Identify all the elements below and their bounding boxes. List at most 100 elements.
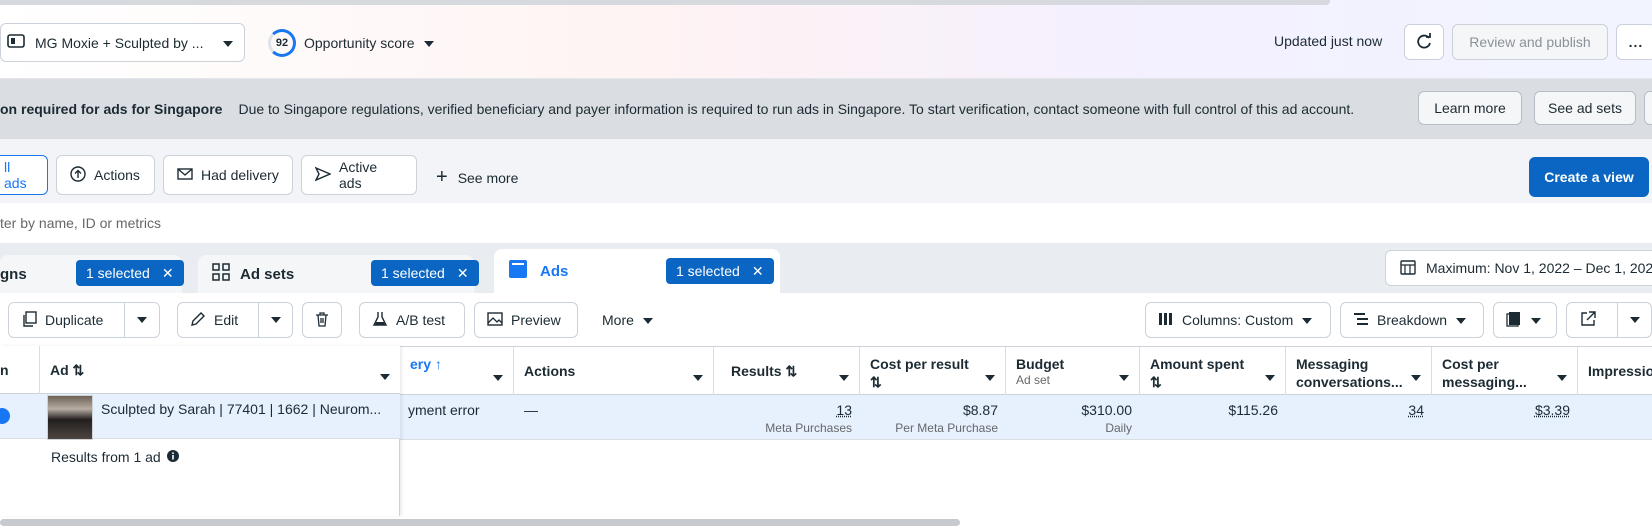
see-more-label: See more [457,169,519,186]
ads-selected-pill[interactable]: 1 selected ✕ [666,258,774,284]
chevron-down-icon [1530,312,1542,328]
chevron-down-icon [1557,367,1567,385]
column-cost-per-result[interactable]: Cost per result ⇅ [860,347,1006,395]
chevron-down-icon [493,367,503,385]
date-range-picker[interactable]: Maximum: Nov 1, 2022 – Dec 1, 2025 [1385,250,1652,286]
view-all-ads-label: ll ads [4,159,27,191]
chevron-down-icon[interactable] [258,303,292,337]
ads-manager-page: MG Moxie + Sculpted by ... 92 Opportunit… [0,0,1652,527]
close-icon[interactable]: ✕ [457,265,469,282]
duplicate-label: Duplicate [45,312,104,328]
ab-test-button[interactable]: A/B test [359,302,465,338]
more-button[interactable]: More [590,302,670,338]
column-impressions[interactable]: Impressio [1578,347,1652,395]
column-budget[interactable]: Budget Ad set [1006,347,1140,395]
cell-amount-spent: $115.26 [1228,402,1278,418]
column-delivery[interactable]: ery ↑ [400,347,514,395]
cell-results-sub: Meta Purchases [765,421,852,435]
cell-messaging: 34 [1286,395,1432,440]
column-on-off[interactable]: n [0,346,40,394]
chevron-down-icon [1301,312,1313,328]
column-cost-per-result-label: Cost per result [870,356,969,372]
preview-label: Preview [511,312,561,328]
horizontal-scrollbar[interactable] [0,519,960,526]
cell-results-value[interactable]: 13 [722,402,852,418]
column-budget-sub: Ad set [1016,373,1051,387]
cell-delivery: yment error [408,402,480,418]
create-view-button[interactable]: Create a view [1529,157,1649,197]
singapore-verification-banner: on required for ads for Singapore Due to… [0,79,1652,139]
cell-cost-messaging: $3.39 [1432,395,1578,440]
cell-budget-sub: Daily [1105,421,1132,435]
see-more-views-button[interactable]: + See more [436,166,518,189]
cell-cost-per-result-sub: Per Meta Purchase [895,421,998,435]
view-had-delivery-label: Had delivery [201,167,279,183]
filter-search-input[interactable]: ter by name, ID or metrics [0,203,1652,243]
column-budget-label: Budget [1016,356,1065,372]
edit-button[interactable]: Edit [177,302,293,338]
opportunity-label: Opportunity score [304,35,415,51]
tab-ad-sets-label: Ad sets [240,265,295,283]
chevron-down-icon[interactable] [123,303,159,337]
updated-status: Updated just now [1274,33,1383,49]
actions-icon [70,165,86,185]
info-icon[interactable] [166,449,179,465]
breakdown-label: Breakdown [1377,312,1448,328]
cell-budget: $310.00 Daily [1006,395,1140,440]
review-publish-button[interactable]: Review and publish [1452,24,1608,60]
breakdown-button[interactable]: Breakdown [1340,302,1484,338]
banner-extra-button[interactable] [1644,91,1652,125]
reports-button[interactable] [1493,302,1557,338]
preview-button[interactable]: Preview [474,302,578,338]
more-menu-button[interactable]: ... [1616,24,1652,60]
close-icon[interactable]: ✕ [162,265,174,282]
results-footer: Results from 1 ad [51,449,179,465]
ads-icon [508,259,528,283]
see-ad-sets-button[interactable]: See ad sets [1534,91,1636,125]
view-active-ads[interactable]: Active ads [301,155,417,195]
envelope-icon [177,167,193,184]
tab-campaigns-label: gns [0,265,27,283]
view-actions[interactable]: Actions [56,155,155,195]
column-results[interactable]: Results ⇅ [714,347,860,395]
column-amount-spent-label: Amount spent [1150,356,1245,372]
close-icon[interactable]: ✕ [752,263,764,280]
ads-selected-label: 1 selected [676,263,740,279]
column-cost-per-messaging[interactable]: Cost per messaging... [1432,347,1578,395]
column-actions[interactable]: Actions [514,347,714,395]
opportunity-score[interactable]: 92 Opportunity score [268,29,435,57]
view-had-delivery[interactable]: Had delivery [163,155,293,195]
learn-more-button[interactable]: Learn more [1418,91,1522,125]
duplicate-button[interactable]: Duplicate [8,302,160,338]
column-amount-spent[interactable]: Amount spent ⇅ [1140,347,1286,395]
chevron-down-icon [693,367,703,385]
campaigns-selected-pill[interactable]: 1 selected ✕ [76,260,184,286]
refresh-icon [1415,32,1433,53]
export-button[interactable] [1566,302,1652,338]
ad-thumbnail [47,395,93,440]
breakdown-icon [1353,312,1369,329]
ad-sets-selected-pill[interactable]: 1 selected ✕ [371,260,479,286]
column-messaging-label-2: conversations... [1296,374,1403,390]
chevron-down-icon [1265,367,1275,385]
ad-sets-selected-label: 1 selected [381,265,445,281]
cell-results: 13 Meta Purchases [714,395,860,440]
send-icon [314,166,332,185]
flask-icon [372,311,388,330]
view-active-ads-label: Active ads [339,159,378,191]
chevron-down-icon [1455,312,1467,328]
delete-button[interactable] [302,302,342,338]
columns-button[interactable]: Columns: Custom [1145,302,1331,338]
trash-icon [314,311,330,330]
account-selector[interactable]: MG Moxie + Sculpted by ... [0,23,245,62]
refresh-button[interactable] [1404,24,1444,60]
column-ad[interactable]: Ad ⇅ [40,346,400,394]
chevron-down-icon[interactable] [1617,303,1651,337]
cell-messaging-value[interactable]: 34 [1408,402,1424,418]
view-all-ads[interactable]: ll ads [0,155,48,195]
cell-cost-messaging-value[interactable]: $3.39 [1535,402,1570,418]
column-results-label: Results ⇅ [731,363,798,379]
date-range-label: Maximum: Nov 1, 2022 – Dec 1, 2025 [1426,260,1652,276]
ad-name[interactable]: Sculpted by Sarah | 77401 | 1662 | Neuro… [93,394,393,439]
column-messaging-conversations[interactable]: Messaging conversations... [1286,347,1432,395]
